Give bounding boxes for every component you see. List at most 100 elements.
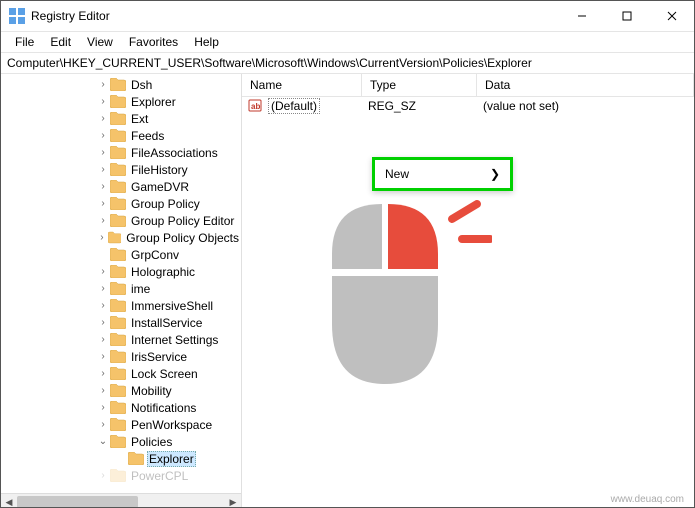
tree-item-label: InstallService	[129, 316, 204, 330]
tree-item[interactable]: › Internet Settings	[1, 331, 241, 348]
tree-item-label: ImmersiveShell	[129, 299, 215, 313]
tree-item[interactable]: ⌄ Policies	[1, 433, 241, 450]
chevron-icon[interactable]: ›	[96, 127, 110, 144]
titlebar: Registry Editor	[1, 1, 694, 32]
tree-item-label: IrisService	[129, 350, 189, 364]
tree-item-label: Group Policy Objects	[124, 231, 241, 245]
chevron-icon[interactable]: ⌄	[96, 433, 110, 450]
tree-item[interactable]: › ImmersiveShell	[1, 297, 241, 314]
chevron-icon[interactable]: ›	[96, 144, 110, 161]
column-name[interactable]: Name	[242, 74, 362, 96]
tree-item[interactable]: › ime	[1, 280, 241, 297]
tree-item[interactable]: › PowerCPL	[1, 467, 241, 484]
tree-item-label: Explorer	[147, 451, 196, 467]
tree-item-label: Dsh	[129, 78, 154, 92]
string-value-icon: ab	[242, 98, 260, 115]
tree-item-label: Feeds	[129, 129, 166, 143]
chevron-icon[interactable]: ›	[96, 280, 110, 297]
menu-help[interactable]: Help	[186, 33, 227, 51]
chevron-icon[interactable]: ›	[96, 76, 110, 93]
tree-item-label: ime	[129, 282, 152, 296]
chevron-icon[interactable]: ›	[96, 348, 110, 365]
tree-item-label: Mobility	[129, 384, 174, 398]
close-button[interactable]	[649, 1, 694, 31]
tree-item-label: Ext	[129, 112, 150, 126]
scroll-left-icon[interactable]: ◀	[1, 495, 17, 508]
chevron-icon[interactable]: ›	[96, 467, 110, 484]
tree-item-label: FileAssociations	[129, 146, 220, 160]
scrollbar-thumb[interactable]	[17, 496, 138, 508]
tree-item[interactable]: ›Holographic	[1, 263, 241, 280]
tree-item[interactable]: GrpConv	[1, 246, 241, 263]
tree-pane: › Dsh › Explorer › Ext › Feeds › FileAssociations…	[1, 74, 242, 508]
tree-item[interactable]: › PenWorkspace	[1, 416, 241, 433]
tree-item-label: Internet Settings	[129, 333, 220, 347]
scroll-right-icon[interactable]: ▶	[225, 495, 241, 508]
tree-item[interactable]: Explorer	[1, 450, 241, 467]
column-type[interactable]: Type	[362, 74, 477, 96]
tree-item[interactable]: › InstallService	[1, 314, 241, 331]
value-data: (value not set)	[475, 99, 559, 113]
tree-item-label: Policies	[129, 435, 174, 449]
value-name: (Default)	[268, 98, 320, 114]
list-row[interactable]: ab (Default) REG_SZ (value not set)	[242, 97, 694, 115]
minimize-button[interactable]	[559, 1, 604, 31]
mouse-right-click-icon	[312, 184, 492, 397]
window-title: Registry Editor	[31, 9, 110, 23]
tree-item-label: Lock Screen	[129, 367, 200, 381]
tree-item[interactable]: › Group Policy	[1, 195, 241, 212]
tree-item[interactable]: › IrisService	[1, 348, 241, 365]
tree-item-label: Group Policy Editor	[129, 214, 236, 228]
chevron-icon[interactable]: ›	[96, 365, 110, 382]
chevron-icon[interactable]: ›	[96, 399, 110, 416]
tree-item[interactable]: › Ext	[1, 110, 241, 127]
chevron-icon[interactable]: ›	[96, 416, 110, 433]
chevron-icon[interactable]: ›	[96, 297, 110, 314]
tree-item[interactable]: › Explorer	[1, 93, 241, 110]
address-bar[interactable]: Computer\HKEY_CURRENT_USER\Software\Micr…	[1, 53, 694, 74]
tree-item[interactable]: › Mobility	[1, 382, 241, 399]
chevron-icon[interactable]: ›	[96, 110, 110, 127]
menu-file[interactable]: File	[7, 33, 42, 51]
tree[interactable]: › Dsh › Explorer › Ext › Feeds › FileAssociations…	[1, 74, 241, 484]
tree-item-label: Notifications	[129, 401, 198, 415]
tree-item[interactable]: › GameDVR	[1, 178, 241, 195]
tree-item[interactable]: › Lock Screen	[1, 365, 241, 382]
chevron-icon[interactable]: ›	[96, 314, 110, 331]
list-header: Name Type Data	[242, 74, 694, 97]
tree-item[interactable]: › Group Policy Objects	[1, 229, 241, 246]
chevron-icon[interactable]: ›	[96, 195, 110, 212]
tree-item[interactable]: › FileHistory	[1, 161, 241, 178]
tree-item-label: FileHistory	[129, 163, 190, 177]
chevron-icon[interactable]: ›	[96, 212, 110, 229]
chevron-icon[interactable]: ›	[96, 382, 110, 399]
tree-item-label: PowerCPL	[129, 469, 190, 483]
tree-item[interactable]: › Dsh	[1, 76, 241, 93]
tree-item-label: GameDVR	[129, 180, 191, 194]
chevron-icon[interactable]: ›	[96, 229, 108, 246]
tree-item[interactable]: › Group Policy Editor	[1, 212, 241, 229]
watermark: www.deuaq.com	[611, 494, 684, 505]
app-icon	[9, 8, 25, 24]
horizontal-scrollbar[interactable]: ◀ ▶	[1, 493, 241, 508]
tree-item[interactable]: › Notifications	[1, 399, 241, 416]
tree-item-label: GrpConv	[129, 248, 181, 262]
submenu-arrow-icon: ❯	[490, 167, 500, 181]
menu-edit[interactable]: Edit	[42, 33, 79, 51]
list-pane: Name Type Data ab (Default) REG_SZ (valu…	[242, 74, 694, 508]
maximize-button[interactable]	[604, 1, 649, 31]
chevron-icon[interactable]: ›	[96, 331, 110, 348]
chevron-icon[interactable]: ›	[96, 93, 110, 110]
tree-item[interactable]: › FileAssociations	[1, 144, 241, 161]
column-data[interactable]: Data	[477, 74, 694, 96]
menu-favorites[interactable]: Favorites	[121, 33, 186, 51]
tree-item[interactable]: › Feeds	[1, 127, 241, 144]
tree-item-label: Explorer	[129, 95, 178, 109]
menubar: File Edit View Favorites Help	[1, 32, 694, 53]
chevron-icon[interactable]: ›	[96, 161, 110, 178]
tree-item-label: PenWorkspace	[129, 418, 214, 432]
tree-item-label: Group Policy	[129, 197, 202, 211]
chevron-icon[interactable]: ›	[96, 178, 110, 195]
chevron-icon[interactable]: ›	[96, 263, 110, 280]
menu-view[interactable]: View	[79, 33, 121, 51]
